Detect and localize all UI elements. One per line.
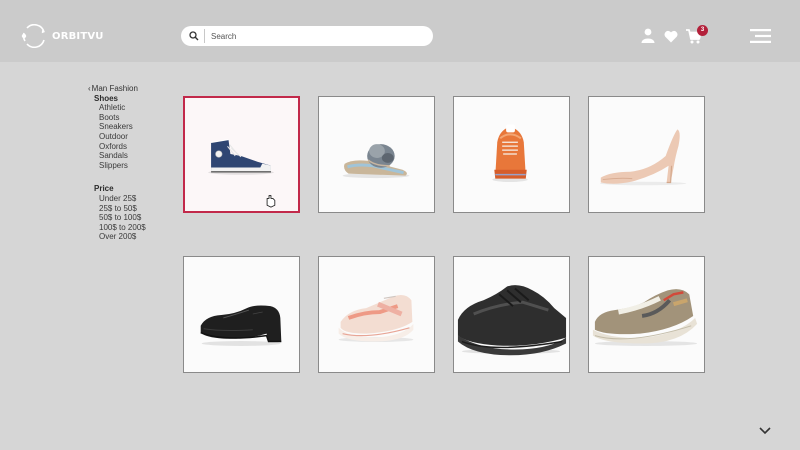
search-input[interactable]: [211, 31, 411, 41]
chunky-sneaker-image: [338, 295, 414, 343]
price-item-100-to-200[interactable]: 100$ to 200$: [99, 223, 146, 233]
hiking-shoe-image: [457, 285, 567, 356]
search-bar[interactable]: [181, 26, 433, 46]
category-item-boots[interactable]: Boots: [99, 113, 146, 123]
search-divider: [204, 29, 205, 43]
hamburger-menu-icon[interactable]: [750, 29, 771, 43]
stiletto-pump-image: [599, 129, 687, 186]
category-item-sneakers[interactable]: Sneakers: [99, 122, 146, 132]
product-card-stiletto-pump[interactable]: [588, 96, 705, 213]
retro-sneaker-image: [592, 289, 698, 346]
product-card-chunky-sneaker[interactable]: [318, 256, 435, 373]
oxford-shoe-image: [200, 305, 282, 346]
chevron-left-icon: ‹: [88, 84, 91, 93]
price-item-over-200[interactable]: Over 200$: [99, 232, 146, 242]
top-header: ORBITVU 3: [0, 0, 800, 62]
product-card-oxford-shoe[interactable]: [183, 256, 300, 373]
orbit-logo-icon: [21, 24, 45, 48]
breadcrumb-label: Man Fashion: [91, 84, 138, 93]
product-card-running-shoe[interactable]: [453, 96, 570, 213]
price-filter-list: Under 25$ 25$ to 50$ 50$ to 100$ 100$ to…: [88, 194, 146, 242]
wishlist-heart-icon[interactable]: [664, 30, 678, 43]
search-icon[interactable]: [184, 26, 204, 46]
filter-sidebar: ‹ Man Fashion Shoes Athletic Boots Sneak…: [88, 84, 146, 242]
category-item-sandals[interactable]: Sandals: [99, 151, 146, 161]
category-item-outdoor[interactable]: Outdoor: [99, 132, 146, 142]
brand-name: ORBITVU: [52, 30, 104, 42]
product-card-hiking-shoe[interactable]: [453, 256, 570, 373]
chevron-down-icon[interactable]: [758, 426, 772, 435]
product-card-retro-sneaker[interactable]: [588, 256, 705, 373]
category-item-athletic[interactable]: Athletic: [99, 103, 146, 113]
price-item-50-to-100[interactable]: 50$ to 100$: [99, 213, 146, 223]
shoe-category-list: Athletic Boots Sneakers Outdoor Oxfords …: [88, 103, 146, 170]
category-heading-shoes[interactable]: Shoes: [94, 94, 146, 104]
breadcrumb[interactable]: ‹ Man Fashion: [88, 84, 146, 94]
category-item-slippers[interactable]: Slippers: [99, 161, 146, 171]
user-account-icon[interactable]: [641, 28, 655, 43]
running-shoe-image: [492, 124, 528, 183]
product-card-fur-slide-sandal[interactable]: [318, 96, 435, 213]
cart-count-badge: 3: [697, 25, 708, 36]
product-card-high-top-sneaker[interactable]: [183, 96, 300, 213]
price-item-under-25[interactable]: Under 25$: [99, 194, 146, 204]
price-heading[interactable]: Price: [94, 184, 146, 194]
category-item-oxfords[interactable]: Oxfords: [99, 142, 146, 152]
price-item-25-to-50[interactable]: 25$ to 50$: [99, 204, 146, 214]
brand-logo[interactable]: ORBITVU: [19, 24, 104, 48]
fur-slide-sandal-image: [342, 144, 410, 179]
hand-pointer-cursor-icon: [266, 195, 276, 208]
